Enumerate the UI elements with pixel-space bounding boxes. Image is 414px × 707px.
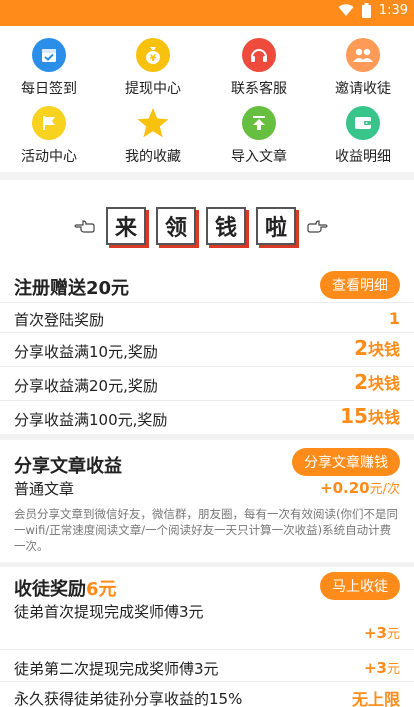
quick-action-invite-apprentice[interactable]: 邀请收徒 bbox=[318, 38, 408, 98]
quick-actions-panel: 每日签到 ¥ 提现中心 联系客服 邀请收徒 活动中心 我的收藏 导入文章 收益明… bbox=[0, 26, 414, 172]
quick-action-label: 活动中心 bbox=[21, 149, 77, 165]
list-item: 普通文章 +0.20元/次 bbox=[0, 476, 414, 502]
recruit-now-button[interactable]: 马上收徒 bbox=[320, 572, 400, 600]
wallet-icon bbox=[346, 106, 380, 140]
view-details-button[interactable]: 查看明细 bbox=[320, 271, 400, 299]
promo-banner: 来 领 钱 啦 bbox=[0, 180, 414, 258]
headset-icon bbox=[242, 38, 276, 72]
banner-char: 钱 bbox=[206, 207, 246, 245]
flag-icon bbox=[32, 106, 66, 140]
reward-value: 15块钱 bbox=[340, 404, 400, 428]
reward-value: 2块钱 bbox=[354, 370, 400, 394]
status-bar: 1:39 bbox=[0, 0, 414, 26]
people-icon bbox=[346, 38, 380, 72]
reward-label: 分享收益满20元,奖励 bbox=[14, 377, 158, 395]
list-item: 分享收益满20元,奖励 2块钱 bbox=[0, 366, 414, 400]
apprentice-row-label: 永久获得徒弟徒孙分享收益的15% bbox=[14, 690, 243, 707]
apprentice-row-value: +3元 bbox=[363, 624, 400, 642]
share-row-value: +0.20元/次 bbox=[320, 479, 400, 497]
apprentice-row-value: 无上限 bbox=[351, 690, 400, 707]
status-time: 1:39 bbox=[378, 3, 408, 18]
reward-value: 2块钱 bbox=[354, 336, 400, 360]
quick-action-contact-support[interactable]: 联系客服 bbox=[214, 38, 304, 98]
list-item: 分享收益满10元,奖励 2块钱 bbox=[0, 332, 414, 366]
list-item: 分享收益满100元,奖励 15块钱 bbox=[0, 400, 414, 434]
apprentice-row-value: +3元 bbox=[363, 659, 400, 677]
banner-char: 来 bbox=[106, 207, 146, 245]
apprentice-reward-card: 收徒奖励6元 马上收徒 徒弟首次提现完成奖师傅3元 +3元 徒弟第二次提现完成奖… bbox=[0, 567, 414, 707]
star-icon bbox=[136, 106, 170, 140]
status-icons: 1:39 bbox=[338, 3, 408, 18]
quick-action-withdraw-center[interactable]: ¥ 提现中心 bbox=[108, 38, 198, 98]
quick-action-daily-checkin[interactable]: 每日签到 bbox=[4, 38, 94, 98]
quick-action-label: 我的收藏 bbox=[125, 149, 181, 165]
quick-action-my-favorites[interactable]: 我的收藏 bbox=[108, 106, 198, 166]
signup-reward-card: 注册赠送20元 查看明细 首次登陆奖励 1 分享收益满10元,奖励 2块钱 分享… bbox=[0, 258, 414, 434]
quick-action-label: 收益明细 bbox=[335, 149, 391, 165]
share-article-button[interactable]: 分享文章赚钱 bbox=[292, 448, 400, 476]
svg-text:¥: ¥ bbox=[150, 54, 157, 64]
list-item: 徒弟首次提现完成奖师傅3元 +3元 bbox=[0, 597, 414, 649]
reward-label: 首次登陆奖励 bbox=[14, 311, 105, 329]
upload-icon bbox=[242, 106, 276, 140]
quick-action-label: 提现中心 bbox=[125, 81, 181, 97]
quick-action-label: 每日签到 bbox=[21, 81, 77, 97]
reward-label: 分享收益满100元,奖励 bbox=[14, 411, 168, 429]
list-item: 首次登陆奖励 1 bbox=[0, 302, 414, 332]
share-title: 分享文章收益 bbox=[14, 456, 122, 477]
pointing-hand-right-icon bbox=[307, 220, 328, 233]
list-item: 永久获得徒弟徒孙分享收益的15% 无上限 bbox=[0, 681, 414, 707]
quick-action-label: 邀请收徒 bbox=[335, 81, 391, 97]
signup-title: 注册赠送20元 bbox=[14, 278, 130, 299]
money-bag-icon: ¥ bbox=[136, 38, 170, 72]
banner-char: 啦 bbox=[256, 207, 296, 245]
share-earnings-card: 分享文章收益 分享文章赚钱 普通文章 +0.20元/次 会员分享文章到微信好友，… bbox=[0, 440, 414, 562]
apprentice-row-label: 徒弟第二次提现完成奖师傅3元 bbox=[14, 660, 219, 678]
reward-label: 分享收益满10元,奖励 bbox=[14, 343, 158, 361]
quick-action-label: 导入文章 bbox=[231, 149, 287, 165]
quick-action-activity-center[interactable]: 活动中心 bbox=[4, 106, 94, 166]
wifi-icon bbox=[338, 4, 354, 16]
battery-icon bbox=[361, 3, 371, 18]
quick-action-label: 联系客服 bbox=[231, 81, 287, 97]
quick-action-import-article[interactable]: 导入文章 bbox=[214, 106, 304, 166]
calendar-icon bbox=[32, 38, 66, 72]
list-item: 徒弟第二次提现完成奖师傅3元 +3元 bbox=[0, 649, 414, 681]
share-row-label: 普通文章 bbox=[14, 480, 75, 498]
banner-char: 领 bbox=[156, 207, 196, 245]
share-description: 会员分享文章到微信好友，微信群，朋友圈，每有一次有效阅读(你们不是同一wifi/… bbox=[14, 507, 398, 553]
apprentice-row-label: 徒弟首次提现完成奖师傅3元 bbox=[14, 603, 204, 621]
pointing-hand-left-icon bbox=[74, 220, 95, 233]
reward-value: 1 bbox=[388, 309, 400, 328]
quick-action-earnings-detail[interactable]: 收益明细 bbox=[318, 106, 408, 166]
